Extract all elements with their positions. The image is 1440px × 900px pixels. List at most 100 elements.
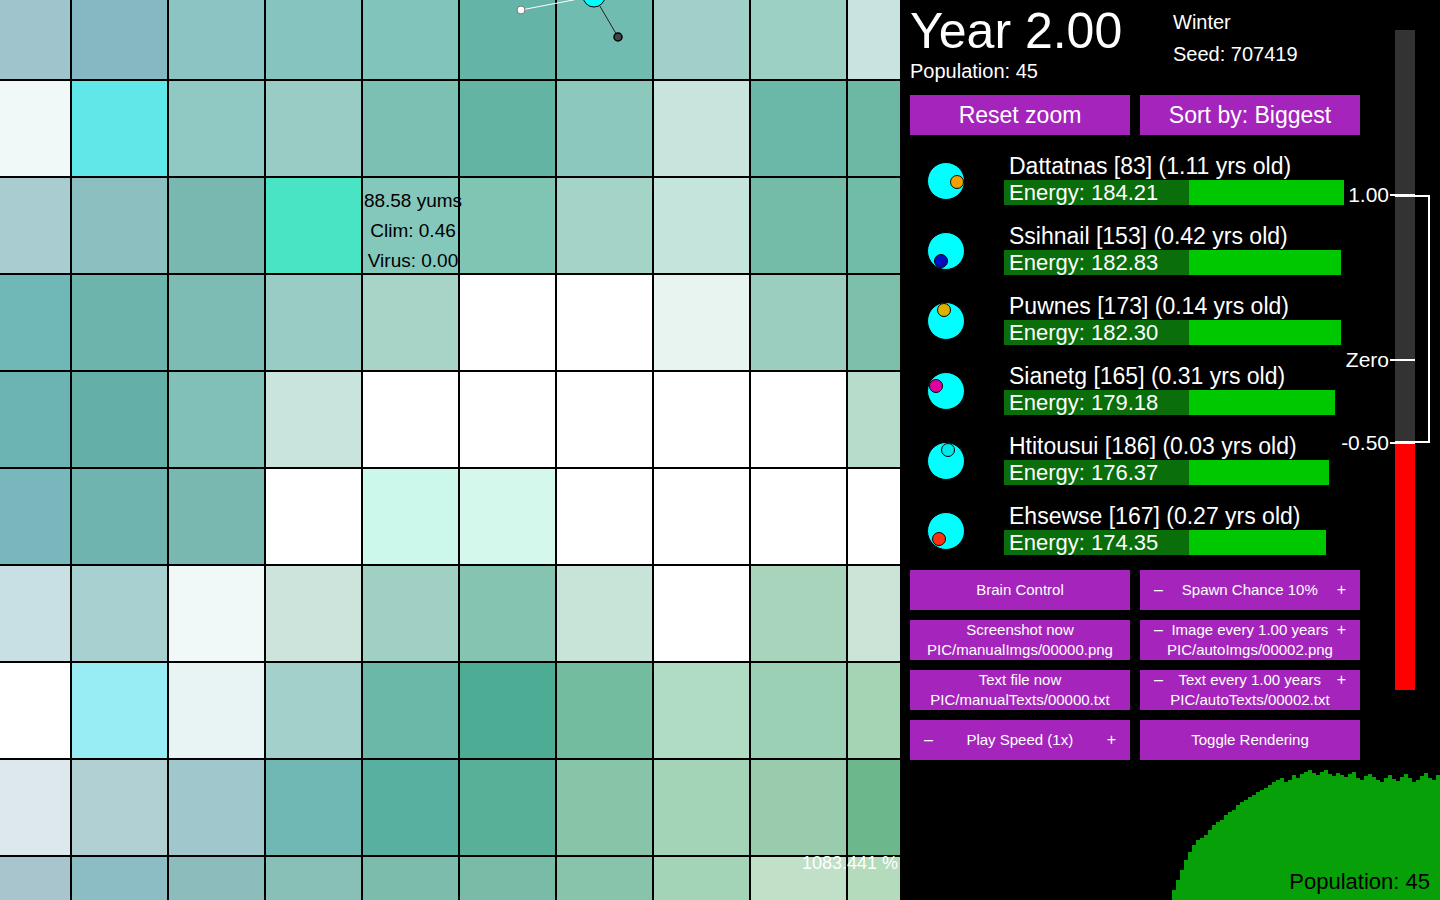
tile[interactable] (363, 275, 458, 370)
tile[interactable] (654, 469, 749, 564)
plus-button[interactable]: + (1337, 620, 1346, 640)
tile[interactable] (266, 566, 361, 661)
tile[interactable] (0, 372, 70, 467)
creature-row[interactable]: Htitousui [186] (0.03 yrs old) Energy: 1… (910, 425, 1360, 495)
tile[interactable] (266, 760, 361, 855)
tile[interactable] (751, 372, 846, 467)
tile[interactable] (72, 372, 167, 467)
tile[interactable] (169, 760, 264, 855)
tile[interactable] (654, 760, 749, 855)
tile[interactable] (848, 469, 900, 564)
creature-icon[interactable] (500, 0, 640, 50)
tile[interactable] (460, 469, 555, 564)
tile[interactable] (266, 663, 361, 758)
tile[interactable] (72, 760, 167, 855)
tile[interactable] (363, 372, 458, 467)
tile[interactable] (0, 0, 70, 79)
tile[interactable] (0, 663, 70, 758)
tile[interactable] (72, 81, 167, 176)
tile[interactable] (363, 857, 458, 900)
tile[interactable] (751, 275, 846, 370)
control-button[interactable]: Toggle Rendering (1140, 720, 1360, 760)
tile[interactable] (363, 81, 458, 176)
minus-button[interactable]: – (1154, 620, 1163, 640)
tile[interactable] (363, 566, 458, 661)
tile[interactable] (363, 469, 458, 564)
tile[interactable] (751, 469, 846, 564)
tile[interactable] (169, 178, 264, 273)
tile[interactable] (654, 275, 749, 370)
tile[interactable] (266, 469, 361, 564)
control-button[interactable]: Brain Control (910, 570, 1130, 610)
plus-button[interactable]: + (1107, 730, 1116, 750)
control-button[interactable]: Screenshot now PIC/manualImgs/00000.png (910, 620, 1130, 660)
tile[interactable] (72, 663, 167, 758)
tile[interactable] (654, 857, 749, 900)
tile[interactable] (460, 275, 555, 370)
minus-button[interactable]: – (1154, 670, 1163, 690)
tile[interactable] (848, 178, 900, 273)
tile[interactable] (460, 760, 555, 855)
tile[interactable] (751, 0, 846, 79)
tile[interactable] (654, 0, 749, 79)
tile[interactable] (169, 663, 264, 758)
tile[interactable] (654, 663, 749, 758)
creature-row[interactable]: Ehsewse [167] (0.27 yrs old) Energy: 174… (910, 495, 1360, 565)
tile[interactable] (0, 566, 70, 661)
tile[interactable] (848, 275, 900, 370)
tile[interactable] (557, 178, 652, 273)
tile[interactable] (363, 0, 458, 79)
tile[interactable] (460, 566, 555, 661)
tile[interactable] (557, 469, 652, 564)
tile[interactable] (363, 663, 458, 758)
minus-button[interactable]: – (1154, 580, 1163, 600)
tile[interactable] (460, 0, 555, 79)
stepper-button[interactable]: – Spawn Chance 10% + (1140, 570, 1360, 610)
tile[interactable] (169, 275, 264, 370)
tile[interactable] (266, 372, 361, 467)
tile-grid[interactable] (0, 0, 900, 900)
tile[interactable] (557, 857, 652, 900)
control-button[interactable]: Text file now PIC/manualTexts/00000.txt (910, 670, 1130, 710)
tile[interactable] (0, 178, 70, 273)
tile[interactable] (169, 469, 264, 564)
tile[interactable] (72, 566, 167, 661)
tile[interactable] (557, 760, 652, 855)
tile[interactable] (848, 663, 900, 758)
tile[interactable] (557, 275, 652, 370)
tile[interactable] (72, 0, 167, 79)
panel-button[interactable]: Reset zoom (910, 95, 1130, 135)
tile[interactable] (0, 81, 70, 176)
tile[interactable] (0, 275, 70, 370)
tile[interactable] (654, 566, 749, 661)
world-view[interactable]: 88.58 yumsClim: 0.46Virus: 0.00 1083.441… (0, 0, 900, 900)
tile[interactable] (751, 81, 846, 176)
creature-row[interactable]: Ssihnail [153] (0.42 yrs old) Energy: 18… (910, 215, 1360, 285)
tile[interactable] (72, 178, 167, 273)
tile[interactable] (266, 275, 361, 370)
tile[interactable] (169, 857, 264, 900)
tile[interactable] (848, 372, 900, 467)
tile[interactable] (751, 760, 846, 855)
tile[interactable] (460, 178, 555, 273)
tile[interactable] (460, 663, 555, 758)
tile[interactable] (266, 0, 361, 79)
stepper-button[interactable]: – Text every 1.00 years + PIC/autoTexts/… (1140, 670, 1360, 710)
tile[interactable] (557, 0, 652, 79)
tile[interactable] (460, 372, 555, 467)
creature-row[interactable]: Puwnes [173] (0.14 yrs old) Energy: 182.… (910, 285, 1360, 355)
tile[interactable] (654, 81, 749, 176)
tile[interactable] (0, 857, 70, 900)
tile[interactable] (557, 663, 652, 758)
tile[interactable] (363, 760, 458, 855)
stepper-button[interactable]: – Play Speed (1x) + (910, 720, 1130, 760)
tile[interactable] (848, 566, 900, 661)
tile[interactable] (0, 469, 70, 564)
tile[interactable] (460, 857, 555, 900)
tile[interactable] (751, 663, 846, 758)
tile[interactable] (72, 857, 167, 900)
creature-row[interactable]: Dattatnas [83] (1.11 yrs old) Energy: 18… (910, 145, 1360, 215)
tile[interactable] (266, 857, 361, 900)
tile[interactable] (557, 372, 652, 467)
tile[interactable] (751, 178, 846, 273)
